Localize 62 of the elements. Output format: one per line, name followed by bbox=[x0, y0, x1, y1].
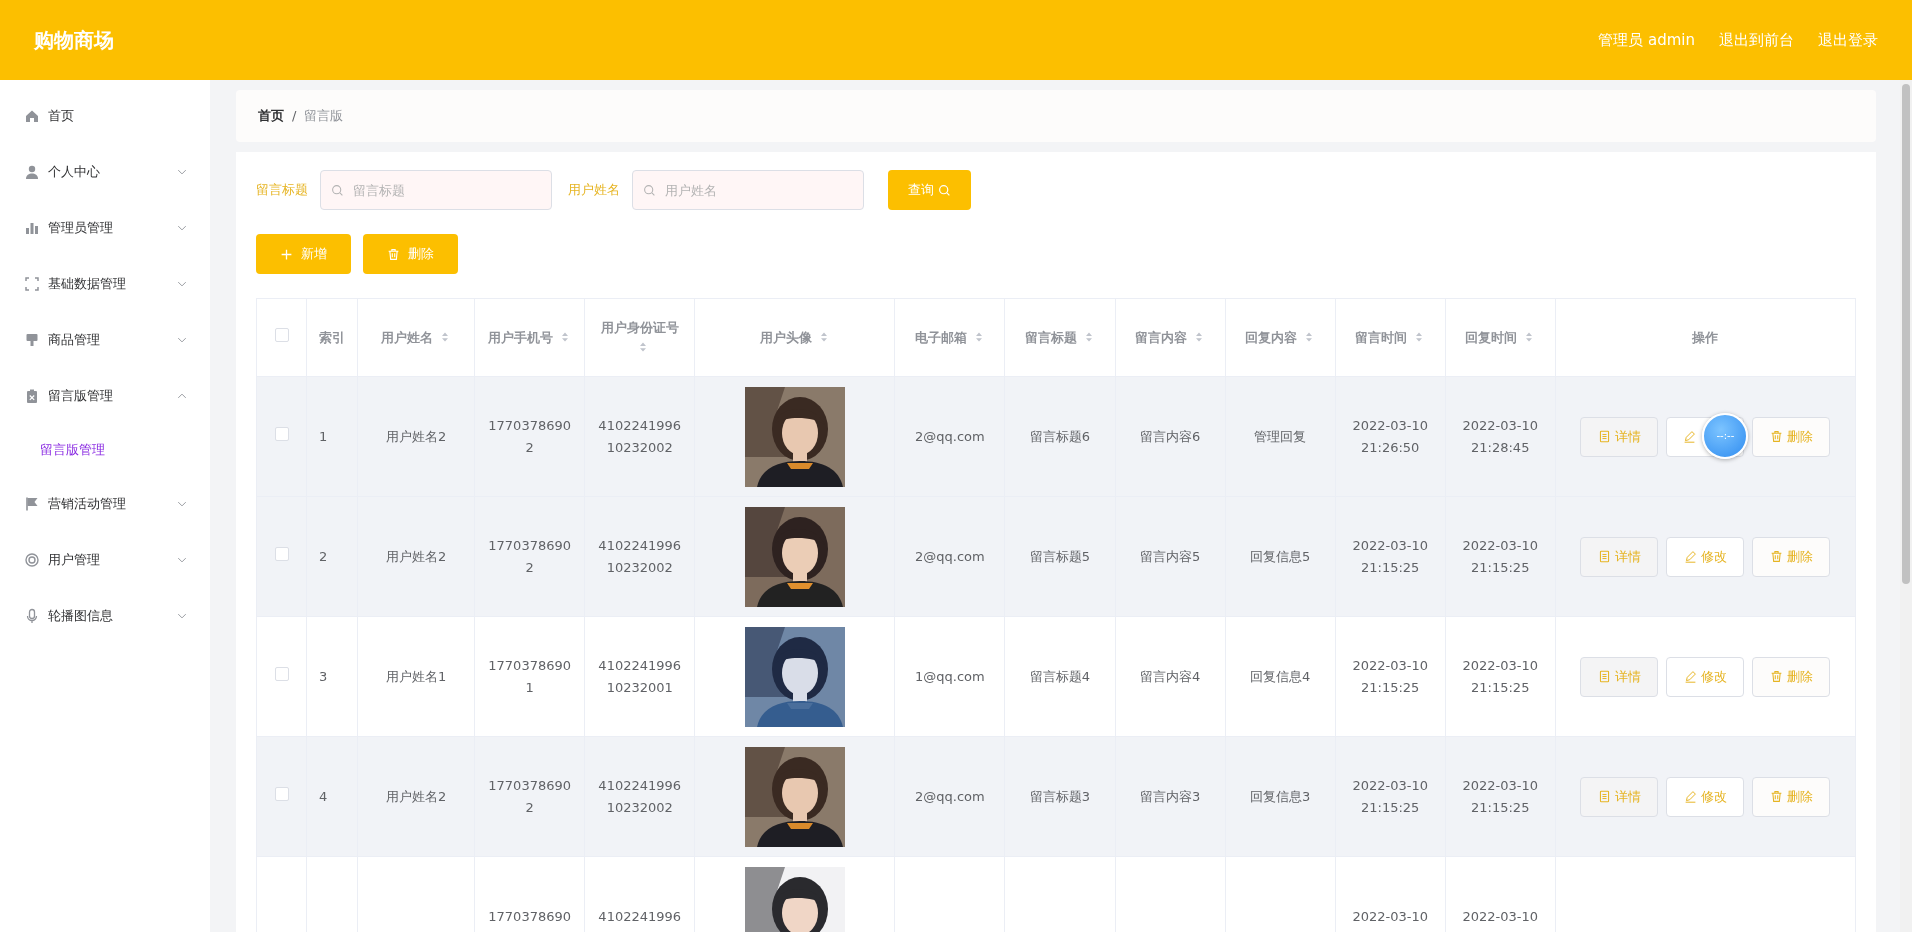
column-label: 用户手机号 bbox=[488, 329, 554, 345]
time-cell: 2022-03-10 21:28:45 bbox=[1462, 417, 1538, 455]
user-label: 管理员 admin bbox=[1598, 29, 1695, 51]
id-number-cell: 4102241996 bbox=[598, 908, 682, 924]
column-label: 电子邮箱 bbox=[914, 329, 967, 345]
field-label: 留言标题 bbox=[256, 181, 308, 200]
name-cell: 用户姓名2 bbox=[385, 788, 447, 804]
email-cell: 2@qq.com bbox=[915, 428, 985, 444]
breadcrumb-item: 留言版 bbox=[304, 107, 344, 126]
email-cell: 2@qq.com bbox=[915, 548, 985, 564]
content-cell: 留言内容5 bbox=[1139, 548, 1201, 564]
time-cell: 2022-03-10 bbox=[1462, 908, 1538, 924]
time-cell: 2022-03-10 21:15:25 bbox=[1462, 777, 1538, 815]
column-label: 回复时间 bbox=[1465, 329, 1518, 345]
title-cell: 留言标题4 bbox=[1029, 668, 1091, 684]
field-label: 用户姓名 bbox=[568, 181, 620, 200]
time-cell: 2022-03-10 21:15:25 bbox=[1462, 537, 1538, 575]
content-cell: 留言内容4 bbox=[1139, 668, 1201, 684]
id-number-cell: 410224199610232001 bbox=[598, 657, 682, 695]
time-cell: 2022-03-10 21:15:25 bbox=[1462, 657, 1538, 695]
id-number-cell: 410224199610232002 bbox=[598, 417, 682, 455]
id-number-cell: 410224199610232002 bbox=[598, 777, 682, 815]
reply-cell: 管理回复 bbox=[1254, 428, 1307, 444]
name-cell: 用户姓名2 bbox=[385, 428, 447, 444]
phone-cell: 17703786902 bbox=[488, 417, 571, 455]
column-label: 用户头像 bbox=[759, 329, 812, 345]
phone-cell: 1770378690 bbox=[488, 908, 571, 924]
breadcrumb-separator: / bbox=[292, 107, 297, 126]
name-cell: 用户姓名1 bbox=[385, 668, 447, 684]
column-label: 留言内容 bbox=[1135, 329, 1188, 345]
phone-cell: 17703786902 bbox=[488, 777, 571, 815]
phone-cell: 17703786902 bbox=[488, 537, 571, 575]
reply-cell: 回复信息3 bbox=[1249, 788, 1311, 804]
title-cell: 留言标题5 bbox=[1029, 548, 1091, 564]
column-label: 用户姓名 bbox=[381, 329, 434, 345]
content-cell: 留言内容6 bbox=[1139, 428, 1201, 444]
name-cell: 用户姓名2 bbox=[385, 548, 447, 564]
title-cell: 留言标题3 bbox=[1029, 788, 1091, 804]
column-label: 索引 bbox=[319, 329, 346, 345]
app-title: 购物商场 bbox=[34, 27, 114, 54]
content-cell: 留言内容3 bbox=[1139, 788, 1201, 804]
time-cell: 2022-03-10 21:15:25 bbox=[1352, 777, 1428, 815]
index-cell: 3 bbox=[319, 668, 328, 684]
column-label: 操作 bbox=[1692, 329, 1719, 345]
column-label: 留言时间 bbox=[1355, 329, 1408, 345]
reply-cell: 回复信息5 bbox=[1249, 548, 1311, 564]
id-number-cell: 410224199610232002 bbox=[598, 537, 682, 575]
time-cell: 2022-03-10 21:15:25 bbox=[1352, 657, 1428, 695]
column-label: 回复内容 bbox=[1245, 329, 1298, 345]
phone-cell: 17703786901 bbox=[488, 657, 571, 695]
time-cell: 2022-03-10 21:15:25 bbox=[1352, 537, 1428, 575]
title-cell: 留言标题6 bbox=[1029, 428, 1091, 444]
column-label: 用户身份证号 bbox=[600, 320, 679, 335]
index-cell: 2 bbox=[319, 548, 328, 564]
email-cell: 1@qq.com bbox=[915, 668, 985, 684]
reply-cell: 回复信息4 bbox=[1249, 668, 1311, 684]
email-cell: 2@qq.com bbox=[915, 788, 985, 804]
time-cell: 2022-03-10 bbox=[1352, 908, 1428, 924]
column-label: 留言标题 bbox=[1024, 329, 1077, 345]
time-cell: 2022-03-10 21:26:50 bbox=[1352, 417, 1428, 455]
index-cell: 1 bbox=[319, 428, 328, 444]
index-cell: 4 bbox=[319, 788, 328, 804]
